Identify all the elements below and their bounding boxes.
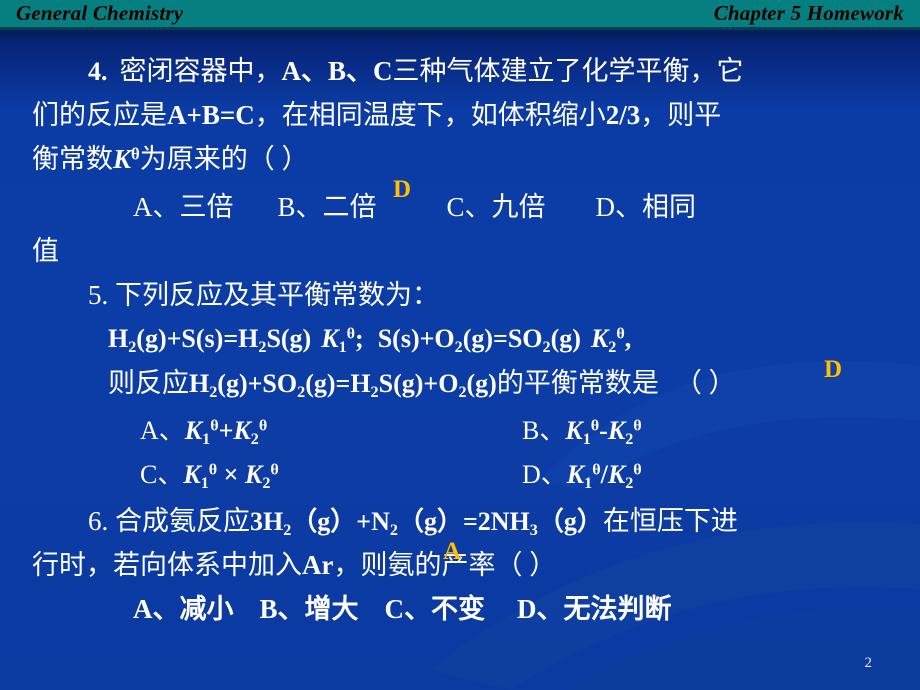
q4-text-2: 三种气体建立了化学平衡，它 (392, 56, 744, 86)
page-number: 2 (864, 655, 873, 671)
header-chapter-title: Chapter 5 Homework (713, 1, 904, 25)
q4-option-d-tail: 值 (32, 236, 59, 266)
q4-line-3: 衡常数Kθ为原来的（ ） (32, 144, 309, 174)
q4-volume-ratio: 2/3 (605, 100, 641, 130)
q5-option-a-prefix: A、 (140, 416, 185, 445)
q4-reaction: A+B=C (167, 100, 255, 130)
q5-k1-sup: θ (346, 325, 356, 343)
q4-option-a[interactable]: A、三倍 (133, 192, 234, 222)
q6-option-d[interactable]: D、无法判断 (517, 594, 672, 624)
q5-k2: K (590, 324, 609, 353)
q4-text-4: ，在相同温度下，如体积缩小 (254, 100, 606, 130)
q5-option-d-prefix: D、 (522, 460, 567, 489)
q4-options: A、三倍 B、二倍 C、九倍 D、相同 (133, 194, 696, 221)
q5-equations-line: H2(g)+S(s)=H2S(g) K1θ; S(s)+O2(g)=SO2(g) K2… (108, 326, 631, 356)
q6-option-c[interactable]: C、不变 (385, 594, 486, 624)
q4-species: A、B、C (281, 56, 393, 86)
q6-line-1: 6. 合成氨反应3H2（g）+N2（g）=2NH3（g）在恒压下进 (88, 508, 738, 539)
q5-eq2: S(s)+O2(g)=SO2(g) (377, 324, 581, 357)
q4-text-5: ，则平 (640, 100, 722, 130)
q4-answer-blank: （ ） (247, 144, 309, 174)
q5-ask-post: 的平衡常数是 (496, 368, 659, 398)
slide: General Chemistry Chapter 5 Homework 4. 密… (0, 0, 920, 690)
q5-semicolon: ; (355, 324, 364, 353)
q6-option-a[interactable]: A、减小 (133, 594, 234, 624)
q5-option-a[interactable]: A、K1θ+K2θ (140, 418, 267, 448)
q5-target-equation: H2(g)+SO2(g)=H2S(g)+O2(g) (189, 369, 497, 402)
q4-text-6: 衡常数 (32, 144, 113, 174)
slide-content: 4. 密闭容器中，A、B、C三种气体建立了化学平衡，它 们的反应是A+B=C，在相… (0, 30, 920, 690)
q5-option-d[interactable]: D、K1θ/K2θ (522, 462, 642, 492)
q6-text-3: 行时，若向体系中加入 (32, 550, 302, 580)
q4-answer-mark: D (393, 176, 412, 203)
q5-option-b-prefix: B、 (522, 416, 566, 445)
q4-option-c[interactable]: C、九倍 (447, 192, 546, 222)
q6-argon: Ar (302, 550, 334, 580)
q5-comma: , (624, 324, 632, 353)
q4-number: 4. (88, 57, 108, 86)
q6-text-2: 在恒压下进 (602, 506, 738, 536)
q5-option-b[interactable]: B、K1θ-K2θ (522, 418, 642, 448)
header-band: General Chemistry Chapter 5 Homework (0, 0, 920, 30)
q6-stem-text: 6. 合成氨反应 (88, 506, 250, 536)
q6-options: A、减小 B、增大 C、不变 D、无法判断 (133, 596, 672, 623)
q4-theta-superscript: θ (131, 144, 140, 164)
q5-option-c-prefix: C、 (140, 460, 184, 489)
q5-k2-sup: θ (616, 325, 625, 343)
q4-options-tail: 值 (32, 238, 59, 265)
q4-text-1: 密闭容器中， (119, 56, 282, 86)
q4-equilibrium-constant: K (113, 144, 132, 174)
q5-answer-mark: D (824, 356, 843, 383)
q4-line-2: 们的反应是A+B=C，在相同温度下，如体积缩小2/3，则平 (32, 102, 721, 129)
q4-option-d[interactable]: D、相同 (596, 192, 697, 222)
q4-text-7: 为原来的 (139, 144, 248, 174)
q4-line-1: 4. 密闭容器中，A、B、C三种气体建立了化学平衡，它 (88, 58, 744, 85)
q6-line-2: 行时，若向体系中加入Ar，则氨的产率（ ） (32, 552, 556, 579)
q4-text-3: 们的反应是 (32, 100, 167, 130)
q5-k1-sub: 1 (338, 339, 347, 357)
q5-option-c[interactable]: C、K1θ × K2θ (140, 462, 279, 492)
q5-answer-blank: （ ） (674, 368, 736, 398)
q6-equation: 3H2（g）+N2（g）=2NH3（g） (250, 507, 603, 540)
q5-ask-line: 则反应H2(g)+SO2(g)=H2S(g)+O2(g)的平衡常数是 （ ） (108, 370, 736, 401)
q5-k1: K (321, 324, 339, 353)
q6-answer-mark: A (443, 538, 462, 565)
q5-stem-text: 5. 下列反应及其平衡常数为： (88, 280, 439, 310)
q5-ask-pre: 则反应 (108, 368, 189, 398)
q5-stem: 5. 下列反应及其平衡常数为： (88, 282, 439, 309)
q5-eq1: H2(g)+S(s)=H2S(g) (108, 324, 312, 357)
q6-option-b[interactable]: B、增大 (260, 594, 359, 624)
header-course-title: General Chemistry (16, 1, 184, 25)
q4-option-b[interactable]: B、二倍 (278, 192, 377, 222)
